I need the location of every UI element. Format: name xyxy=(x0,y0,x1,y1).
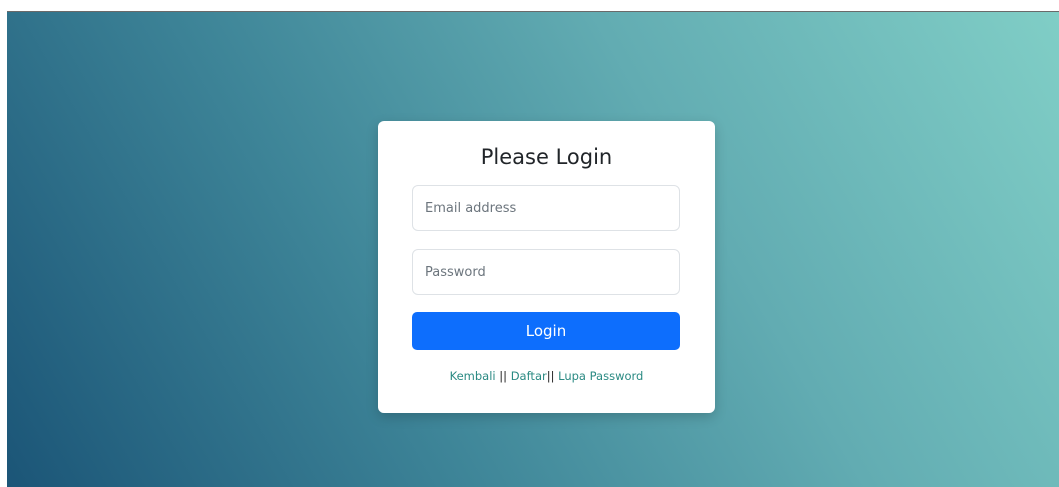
register-link[interactable]: Daftar xyxy=(511,369,547,383)
login-page-background: Please Login Login Kembali || Daftar|| L… xyxy=(7,11,1059,487)
footer-links: Kembali || Daftar|| Lupa Password xyxy=(378,369,715,383)
link-separator: || xyxy=(499,369,508,383)
link-separator-2: || xyxy=(546,369,555,383)
login-card: Please Login Login Kembali || Daftar|| L… xyxy=(378,121,715,413)
email-input[interactable] xyxy=(412,185,680,231)
forgot-password-link[interactable]: Lupa Password xyxy=(558,369,643,383)
login-button[interactable]: Login xyxy=(412,312,680,350)
login-title: Please Login xyxy=(480,145,613,169)
back-link[interactable]: Kembali xyxy=(450,369,496,383)
password-input[interactable] xyxy=(412,249,680,295)
